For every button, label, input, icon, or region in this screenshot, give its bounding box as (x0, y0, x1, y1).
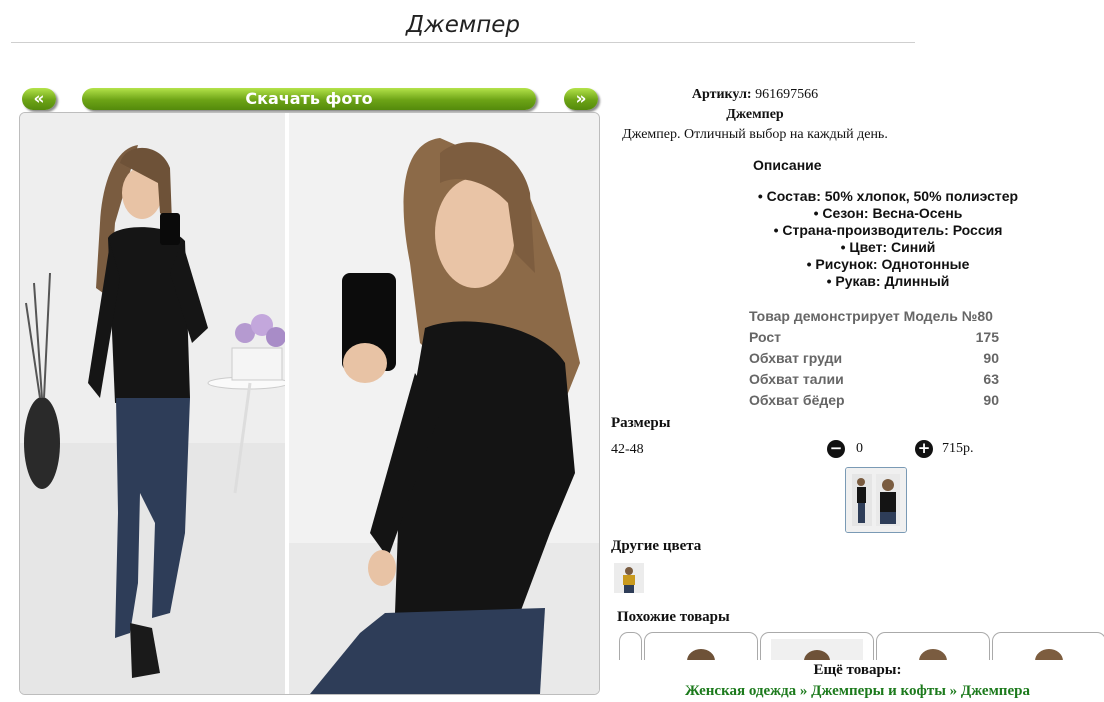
plus-icon[interactable]: + (915, 440, 933, 458)
size-range: 42-48 (611, 442, 644, 457)
product-tagline: Джемпер. Отличный выбор на каждый день. (622, 127, 888, 142)
breadcrumb: Женская одежда » Джемперы и кофты » Джем… (611, 681, 1104, 702)
breadcrumb-separator: » (799, 683, 808, 699)
page-title: Джемпер (406, 12, 520, 38)
breadcrumb-link-jumpers[interactable]: Джемпера (961, 683, 1030, 699)
similar-products-heading: Похожие товары (617, 609, 730, 625)
sku-label: Артикул: (691, 87, 752, 102)
measure-value: 63 (983, 371, 999, 387)
other-colors-heading: Другие цвета (611, 538, 702, 554)
measure-label: Рост (749, 329, 781, 345)
spec-item: • Состав: 50% хлопок, 50% полиэстер (757, 188, 1019, 204)
prev-photo-button[interactable]: « (22, 88, 56, 110)
measure-label: Обхват груди (749, 350, 843, 366)
spec-item: • Рисунок: Однотонные (806, 256, 970, 272)
breadcrumb-link-womens-clothing[interactable]: Женская одежда (685, 683, 796, 699)
product-info: Артикул: 961697566 Джемпер Джемпер. Отли… (610, 85, 900, 145)
price: 715р. (942, 441, 974, 456)
measure-label: Обхват бёдер (749, 392, 845, 408)
more-products: Ещё товары: Женская одежда » Джемперы и … (611, 660, 1104, 701)
description-list: • Состав: 50% хлопок, 50% полиэстер • Се… (700, 188, 1076, 290)
measure-value: 90 (983, 392, 999, 408)
quantity-value: 0 (856, 441, 863, 456)
spec-item: • Рукав: Длинный (826, 273, 950, 289)
quantity-stepper: − 0 + 715р. (827, 440, 974, 458)
breadcrumb-link-jumpers-cardigans[interactable]: Джемперы и кофты (811, 683, 946, 699)
download-photo-button[interactable]: Скачать фото (82, 88, 536, 110)
description-heading: Описание (753, 157, 822, 173)
measure-value: 175 (975, 329, 999, 345)
product-name: Джемпер (726, 107, 784, 122)
breadcrumb-separator: » (949, 683, 958, 699)
measure-label: Обхват талии (749, 371, 844, 387)
color-variant-thumbnail[interactable] (614, 563, 644, 593)
next-photo-button[interactable]: » (564, 88, 598, 110)
spec-item: • Цвет: Синий (840, 239, 936, 255)
product-photo[interactable] (19, 112, 600, 695)
measure-value: 90 (983, 350, 999, 366)
more-products-label: Ещё товары: (813, 662, 902, 678)
spec-item: • Сезон: Весна-Осень (813, 205, 963, 221)
sizes-heading: Размеры (611, 415, 671, 431)
title-divider (11, 42, 915, 43)
model-measurements: Товар демонстрирует Модель №80 Рост 175 О… (749, 306, 999, 411)
model-heading: Товар демонстрирует Модель №80 (749, 308, 993, 324)
minus-icon[interactable]: − (827, 440, 845, 458)
spec-item: • Страна-производитель: Россия (773, 222, 1003, 238)
photo-thumbnail[interactable] (845, 467, 907, 533)
sku-value: 961697566 (755, 87, 819, 102)
